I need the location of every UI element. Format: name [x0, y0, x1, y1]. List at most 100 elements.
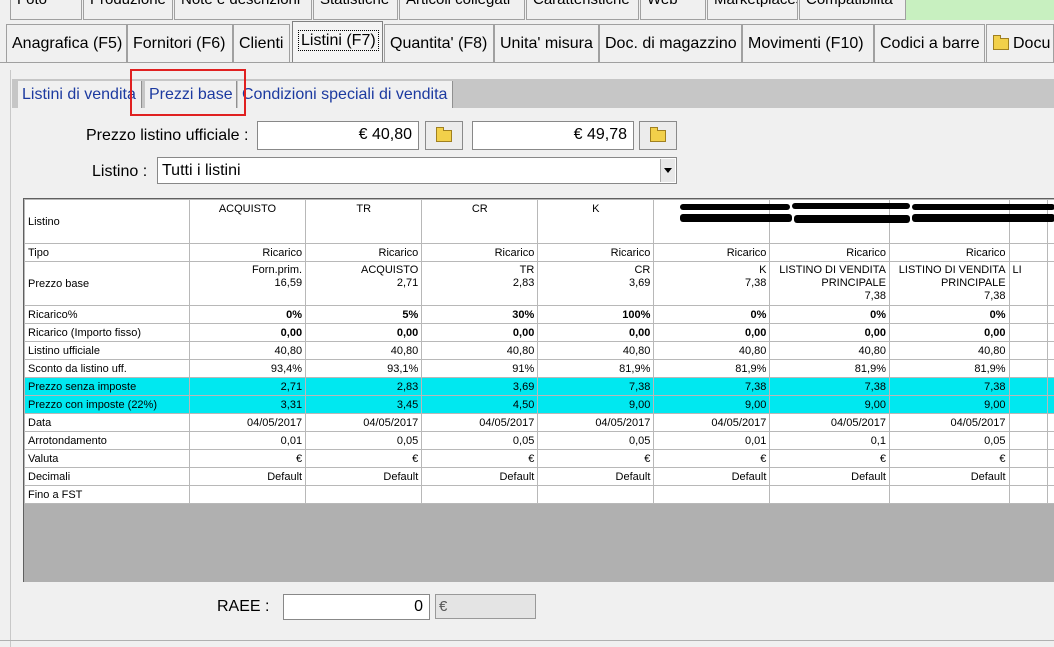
grid-cell[interactable]	[1008, 485, 1049, 504]
tab-codici-barre[interactable]: Codici a barre	[874, 24, 985, 62]
grid-cell[interactable]: 0,01	[653, 431, 771, 450]
table-row[interactable]: Decimali Default Default Default Default Defa…	[24, 467, 1054, 486]
grid-cell[interactable]: 100%	[537, 305, 655, 324]
tab-produzione[interactable]: Produzione	[83, 0, 173, 20]
grid-cell[interactable]	[1008, 341, 1049, 360]
grid-cell[interactable]: Default	[421, 467, 539, 486]
table-row[interactable]: Prezzo con imposte (22%) 3,31 3,45 4,50 9,00…	[24, 395, 1054, 414]
grid-cell[interactable]: 7,38	[888, 377, 1010, 396]
prezzo-listino-ivato-field[interactable]: € 49,78	[472, 121, 634, 150]
table-row[interactable]: Arrotondamento 0,01 0,05 0,05 0,05 0,01 0,1 0,0…	[24, 431, 1054, 450]
grid-cell[interactable]: Ricarico	[305, 243, 423, 262]
raee-field[interactable]: 0	[283, 594, 430, 620]
tab-web[interactable]: Web	[640, 0, 706, 20]
grid-cell[interactable]: 0,00	[888, 323, 1010, 342]
grid-cell[interactable]: 40,80	[537, 341, 655, 360]
grid-cell[interactable]: Default	[769, 467, 890, 486]
grid-cell[interactable]	[1008, 377, 1049, 396]
grid-cell[interactable]: 40,80	[888, 341, 1010, 360]
grid-cell[interactable]: 4,50	[421, 395, 539, 414]
grid-cell[interactable]: 40,80	[305, 341, 423, 360]
prezzi-grid[interactable]: Listino ACQUISTO TR CR K Tipo Ricarico Ricarico…	[23, 198, 1054, 582]
grid-cell[interactable]: 0,05	[888, 431, 1010, 450]
grid-cell[interactable]: 30%	[421, 305, 539, 324]
subtab-condizioni-speciali[interactable]: Condizioni speciali di vendita	[238, 81, 453, 108]
grid-cell[interactable]	[305, 485, 423, 504]
grid-cell[interactable]: 04/05/2017	[421, 413, 539, 432]
grid-cell[interactable]: 2,83	[305, 377, 423, 396]
grid-cell[interactable]: Default	[653, 467, 771, 486]
table-row[interactable]: Listino ufficiale 40,80 40,80 40,80 40,80 40,…	[24, 341, 1054, 360]
subtab-listini-vendita[interactable]: Listini di vendita	[18, 81, 142, 108]
grid-cell[interactable]: Ricarico	[188, 243, 307, 262]
grid-cell[interactable]: 81,9%	[537, 359, 655, 378]
tab-articoli-collegati[interactable]: Articoli collegati	[399, 0, 525, 20]
grid-cell[interactable]	[888, 485, 1010, 504]
grid-cell[interactable]: 0%	[653, 305, 771, 324]
grid-cell[interactable]: 0,1	[769, 431, 890, 450]
table-row[interactable]: Tipo Ricarico Ricarico Ricarico Ricarico Rica…	[24, 243, 1054, 262]
tab-doc-magazzino[interactable]: Doc. di magazzino	[599, 24, 742, 62]
listino-select[interactable]: Tutti i listini	[157, 157, 677, 184]
grid-cell[interactable]: TR 2,83	[421, 261, 539, 306]
tab-marketplaces[interactable]: Marketplaces	[707, 0, 798, 20]
grid-cell[interactable]: €	[888, 449, 1010, 468]
grid-cell[interactable]: 0,00	[537, 323, 655, 342]
grid-cell[interactable]: 40,80	[421, 341, 539, 360]
grid-cell[interactable]: 04/05/2017	[537, 413, 655, 432]
grid-cell[interactable]: Ricarico	[888, 243, 1010, 262]
tab-anagrafica[interactable]: Anagrafica (F5)	[6, 24, 127, 62]
grid-column-header[interactable]: ACQUISTO	[188, 199, 307, 244]
tab-foto[interactable]: Foto	[10, 0, 82, 20]
grid-cell[interactable]: Ricarico	[421, 243, 539, 262]
grid-cell[interactable]: 0,05	[421, 431, 539, 450]
chevron-down-icon[interactable]	[660, 159, 675, 182]
tab-listini[interactable]: Listini (F7)	[292, 21, 383, 63]
grid-cell[interactable]: 0,00	[653, 323, 771, 342]
grid-cell[interactable]: Ricarico	[769, 243, 890, 262]
grid-cell[interactable]: 91%	[421, 359, 539, 378]
grid-column-header[interactable]: K	[537, 199, 655, 244]
grid-cell[interactable]: 3,45	[305, 395, 423, 414]
grid-cell[interactable]: €	[305, 449, 423, 468]
grid-cell[interactable]	[1008, 359, 1049, 378]
grid-cell[interactable]: 5%	[305, 305, 423, 324]
grid-cell[interactable]: CR 3,69	[537, 261, 655, 306]
table-row[interactable]: Prezzo base Forn.prim. 16,59 ACQUISTO 2,71 TR…	[24, 261, 1054, 306]
grid-cell[interactable]: 0%	[769, 305, 890, 324]
grid-cell[interactable]: 7,38	[653, 377, 771, 396]
grid-cell[interactable]: Forn.prim. 16,59	[188, 261, 307, 306]
table-row[interactable]: Sconto da listino uff. 93,4% 93,1% 91% 81,9%…	[24, 359, 1054, 378]
grid-cell[interactable]: 0,00	[769, 323, 890, 342]
grid-cell[interactable]: 9,00	[769, 395, 890, 414]
tab-compatibilita[interactable]: Compatibilità	[799, 0, 906, 20]
table-row[interactable]: Valuta € € € € € € €	[24, 449, 1054, 468]
tab-movimenti[interactable]: Movimenti (F10)	[742, 24, 874, 62]
grid-cell[interactable]: 81,9%	[769, 359, 890, 378]
tab-clienti[interactable]: Clienti	[233, 24, 290, 62]
grid-cell[interactable]: 04/05/2017	[769, 413, 890, 432]
grid-cell[interactable]: Ricarico	[653, 243, 771, 262]
grid-cell[interactable]	[1008, 449, 1049, 468]
grid-cell[interactable]: 7,38	[537, 377, 655, 396]
prezzo-listino-field[interactable]: € 40,80	[257, 121, 419, 150]
grid-column-header[interactable]: TR	[305, 199, 423, 244]
grid-cell[interactable]: Ricarico	[537, 243, 655, 262]
grid-cell[interactable]: LI	[1008, 261, 1049, 306]
grid-cell[interactable]	[1008, 305, 1049, 324]
grid-cell[interactable]: €	[421, 449, 539, 468]
grid-cell[interactable]: 0%	[188, 305, 307, 324]
grid-cell[interactable]: 7,38	[769, 377, 890, 396]
grid-cell[interactable]	[1008, 395, 1049, 414]
grid-cell[interactable]: 40,80	[188, 341, 307, 360]
grid-cell[interactable]: Default	[188, 467, 307, 486]
grid-cell[interactable]: 0,00	[421, 323, 539, 342]
grid-cell[interactable]	[188, 485, 307, 504]
table-row[interactable]: Ricarico (Importo fisso) 0,00 0,00 0,00 0,00…	[24, 323, 1054, 342]
tab-documenti[interactable]: Docu	[986, 24, 1054, 62]
table-row[interactable]: Ricarico% 0% 5% 30% 100% 0% 0% 0%	[24, 305, 1054, 324]
grid-cell[interactable]: 40,80	[653, 341, 771, 360]
grid-cell[interactable]	[653, 485, 771, 504]
grid-cell[interactable]: 3,31	[188, 395, 307, 414]
grid-cell[interactable]: Default	[537, 467, 655, 486]
